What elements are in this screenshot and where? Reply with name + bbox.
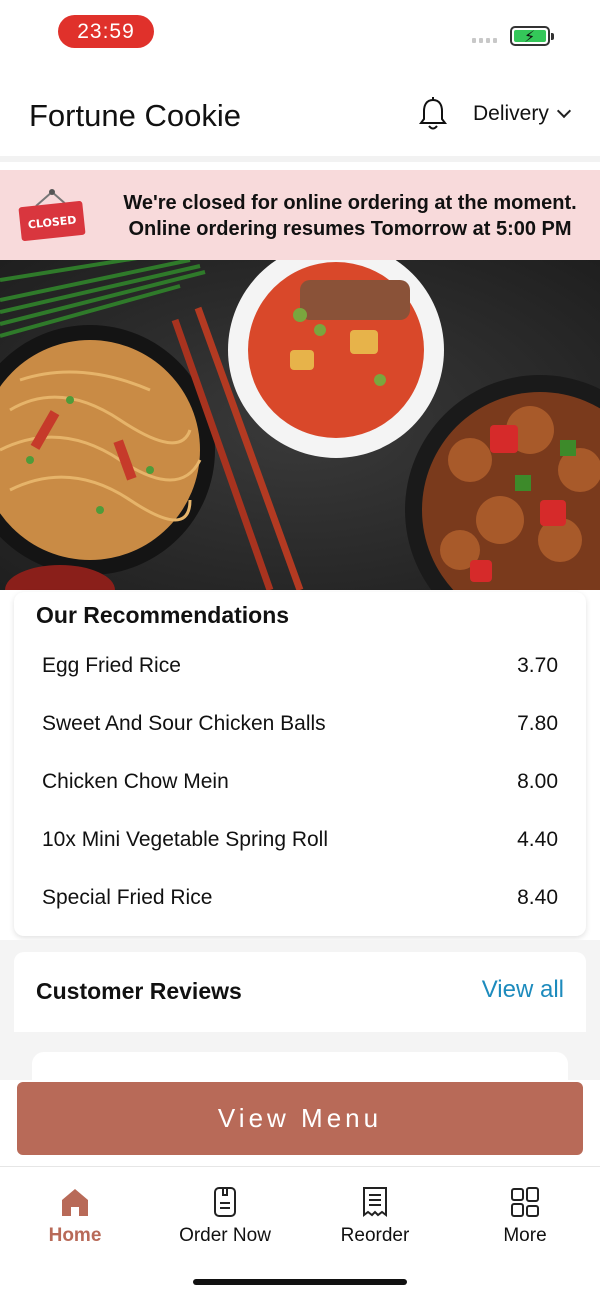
grid-icon — [511, 1187, 539, 1217]
nav-label-reorder: Reorder — [340, 1225, 410, 1246]
app-header: Fortune Cookie Delivery — [0, 64, 600, 162]
closed-sign-icon: CLOSED — [18, 189, 86, 241]
closed-message-line2: Online ordering resumes Tomorrow at 5:00… — [128, 218, 572, 240]
nav-item-more[interactable]: More — [450, 1185, 600, 1247]
nav-label-more: More — [503, 1225, 547, 1246]
recommendations-title: Our Recommendations — [36, 602, 290, 628]
view-all-reviews-link[interactable]: View all — [482, 976, 564, 1004]
item-name: Egg Fried Rice — [42, 654, 181, 677]
nav-label-home: Home — [48, 1225, 102, 1246]
nav-label-order-now: Order Now — [179, 1225, 271, 1246]
recommendation-item[interactable]: Special Fried Rice 8.40 — [42, 878, 558, 918]
recommendation-item[interactable]: Egg Fried Rice 3.70 — [42, 646, 558, 686]
order-icon — [214, 1187, 236, 1217]
reviews-title: Customer Reviews — [36, 978, 242, 1004]
signal-icon — [472, 38, 497, 43]
delivery-label: Delivery — [473, 102, 549, 125]
view-menu-button[interactable]: View Menu — [17, 1082, 583, 1155]
recommendation-item[interactable]: 10x Mini Vegetable Spring Roll 4.40 — [42, 820, 558, 860]
home-icon — [62, 1189, 88, 1216]
item-price: 8.40 — [517, 886, 558, 909]
item-name: Sweet And Sour Chicken Balls — [42, 712, 326, 735]
recommendations-card: Our Recommendations Egg Fried Rice 3.70 … — [14, 592, 586, 936]
item-name: Chicken Chow Mein — [42, 770, 229, 793]
nav-item-home[interactable]: Home — [0, 1185, 150, 1247]
delivery-mode-select[interactable]: Delivery — [473, 102, 571, 126]
item-price: 7.80 — [517, 712, 558, 735]
chevron-down-icon — [556, 103, 571, 119]
closed-message: We're closed for online ordering at the … — [100, 190, 600, 242]
home-indicator[interactable] — [193, 1279, 407, 1285]
reviews-card: Customer Reviews View all — [14, 952, 586, 1032]
item-name: Special Fried Rice — [42, 886, 213, 909]
item-price: 3.70 — [517, 654, 558, 677]
page-title: Fortune Cookie — [29, 98, 241, 133]
recommendation-item[interactable]: Chicken Chow Mein 8.00 — [42, 762, 558, 802]
battery-icon: ⚡ — [510, 26, 554, 46]
status-bar: 23:59 ⚡ — [0, 0, 600, 64]
hero-food-image — [0, 260, 600, 590]
item-price: 4.40 — [517, 828, 558, 851]
nav-item-order-now[interactable]: Order Now — [150, 1185, 300, 1247]
closed-message-line1: We're closed for online ordering at the … — [123, 192, 577, 214]
item-price: 8.00 — [517, 770, 558, 793]
bell-icon[interactable] — [418, 96, 448, 132]
item-name: 10x Mini Vegetable Spring Roll — [42, 828, 329, 851]
receipt-icon — [363, 1187, 387, 1217]
nav-item-reorder[interactable]: Reorder — [300, 1185, 450, 1247]
recommendation-item[interactable]: Sweet And Sour Chicken Balls 7.80 — [42, 704, 558, 744]
status-time: 23:59 — [58, 15, 154, 48]
